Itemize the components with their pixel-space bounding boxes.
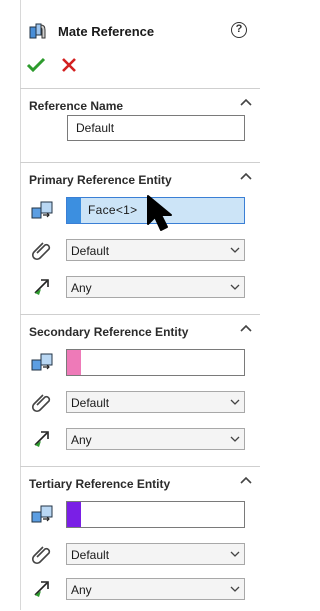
collapse-caret-icon[interactable]: [240, 171, 252, 181]
alignment-arrow-icon: [34, 581, 49, 597]
select-value: Default: [71, 548, 110, 562]
paperclip-icon: [31, 546, 51, 565]
reference-entity-icon: [31, 353, 53, 371]
cancel-button[interactable]: [60, 56, 78, 74]
reference-entity-icon: [31, 201, 53, 219]
reference-name-input[interactable]: Default: [67, 115, 245, 141]
paperclip-icon: [31, 242, 51, 261]
select-value: Any: [71, 433, 92, 447]
reference-entity-icon: [31, 505, 53, 523]
collapse-caret-icon[interactable]: [240, 475, 252, 485]
primary-color-swatch: [67, 198, 81, 223]
alignment-arrow-icon: [34, 279, 49, 295]
help-button[interactable]: ?: [231, 22, 247, 38]
select-value: Default: [71, 396, 110, 410]
tertiary-reference-group: Tertiary Reference Entity Default Any: [20, 466, 260, 611]
group-title-tertiary: Tertiary Reference Entity: [29, 477, 171, 491]
collapse-caret-icon[interactable]: [240, 97, 252, 107]
group-title-primary: Primary Reference Entity: [29, 173, 172, 187]
cross-icon: [62, 58, 76, 72]
chevron-down-icon: [230, 399, 240, 405]
primary-reference-group: Primary Reference Entity Face<1> Default: [20, 162, 260, 313]
chevron-down-icon: [230, 586, 240, 592]
secondary-mate-type-select[interactable]: Default: [66, 391, 245, 413]
chevron-down-icon: [230, 436, 240, 442]
primary-alignment-select[interactable]: Any: [66, 276, 245, 298]
alignment-arrow-icon: [34, 431, 49, 447]
page-title: Mate Reference: [58, 24, 155, 39]
secondary-alignment-select[interactable]: Any: [66, 428, 245, 450]
panel-header: Mate Reference ?: [20, 0, 260, 44]
tertiary-color-swatch: [67, 502, 81, 527]
mate-reference-icon: [29, 23, 46, 39]
mate-reference-panel: Mate Reference ? Reference Name Default …: [20, 0, 260, 610]
collapse-caret-icon[interactable]: [240, 323, 252, 333]
chevron-down-icon: [230, 284, 240, 290]
group-title-reference-name: Reference Name: [29, 99, 124, 113]
chevron-down-icon: [230, 247, 240, 253]
select-value: Any: [71, 583, 92, 597]
mouse-pointer-icon: [147, 195, 172, 231]
secondary-reference-group: Secondary Reference Entity Default Any: [20, 314, 260, 465]
chevron-down-icon: [230, 551, 240, 557]
secondary-entity-field[interactable]: [66, 349, 245, 376]
tertiary-mate-type-select[interactable]: Default: [66, 543, 245, 565]
paperclip-icon: [31, 394, 51, 413]
secondary-color-swatch: [67, 350, 81, 375]
select-value: Any: [71, 281, 92, 295]
ok-button[interactable]: [26, 56, 46, 74]
group-title-secondary: Secondary Reference Entity: [29, 325, 189, 339]
primary-entity-value: Face<1>: [88, 203, 138, 217]
tertiary-alignment-select[interactable]: Any: [66, 578, 245, 600]
reference-name-group: Reference Name Default: [20, 88, 260, 161]
checkmark-icon: [26, 57, 46, 73]
tertiary-entity-field[interactable]: [66, 501, 245, 528]
select-value: Default: [71, 244, 110, 258]
